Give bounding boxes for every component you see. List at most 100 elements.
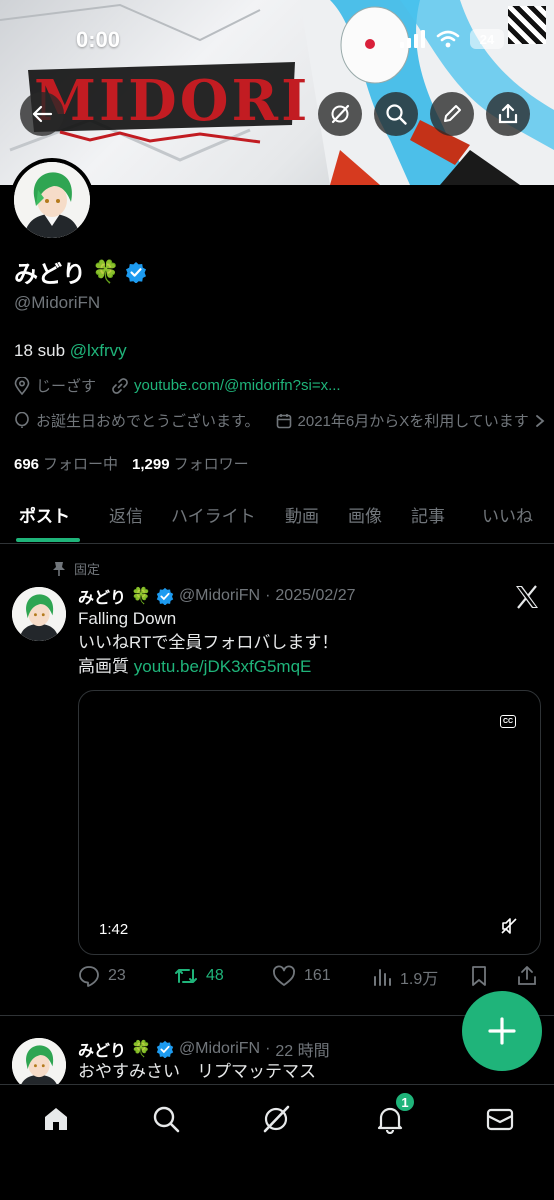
views-button[interactable]: 1.9万: [372, 965, 438, 989]
pin-icon: [53, 561, 65, 576]
nav-notifications[interactable]: 1: [370, 1091, 416, 1139]
post-avatar[interactable]: [12, 587, 66, 641]
heart-icon: [273, 965, 295, 986]
chevron-right-icon[interactable]: [535, 414, 545, 428]
profile-avatar[interactable]: [10, 158, 94, 242]
profile-website-link[interactable]: youtube.com/@midorifn?si=x...: [134, 377, 341, 394]
location-pin-icon: [14, 376, 30, 395]
grok-button[interactable]: [318, 92, 362, 136]
plus-icon: [488, 1017, 516, 1045]
post-text-line: おやすみさい リプマッテマス: [78, 1062, 316, 1081]
clover-emoji: 🍀: [131, 588, 151, 605]
verified-badge-icon[interactable]: [125, 261, 147, 283]
tab-media[interactable]: 画像: [348, 502, 382, 527]
post-header: みどり 🍀 @MidoriFN · 2025/02/27: [78, 584, 355, 608]
tab-articles[interactable]: 記事: [411, 502, 445, 527]
profile-name-row: みどり 🍀: [14, 254, 147, 289]
post-text-line: Falling Down: [78, 609, 177, 628]
balloon-icon: [15, 411, 29, 428]
pinned-indicator: 固定: [52, 559, 100, 578]
post-header: みどり 🍀 @MidoriFN · 22 時間: [78, 1037, 330, 1061]
profile-meta-row-1: じーざす youtube.com/@midorifn?si=x...: [14, 375, 341, 396]
pencil-icon: [444, 105, 461, 122]
nav-messages[interactable]: [480, 1099, 520, 1139]
post-timestamp[interactable]: 2025/02/27: [275, 587, 355, 605]
profile-name: みどり: [14, 261, 86, 288]
verified-badge-icon: [156, 1040, 174, 1058]
profile-tabs: ポスト 返信 ハイライト 動画 画像 記事 いいね: [0, 490, 554, 544]
tab-replies[interactable]: 返信: [109, 502, 143, 527]
post-author-name[interactable]: みどり: [78, 1037, 126, 1061]
post-timestamp[interactable]: 22 時間: [275, 1037, 329, 1061]
bookmark-icon: [472, 966, 486, 986]
post-video-player[interactable]: CC 1:42: [78, 690, 541, 955]
home-icon: [45, 1108, 67, 1130]
share-button[interactable]: [486, 92, 530, 136]
post-actions: 23 48 161 1.9万: [78, 965, 548, 991]
cellular-signal-icon: [400, 30, 425, 48]
profile-bio: 18 sub @lxfrvy: [14, 341, 127, 361]
followers-label: フォロワー: [173, 456, 249, 473]
post-link[interactable]: youtu.be/jDK3xfG5mqE: [134, 657, 312, 676]
tab-likes[interactable]: いいね: [482, 502, 533, 527]
share-icon: [498, 103, 518, 124]
status-time: 0:00: [76, 27, 121, 52]
calendar-icon: [276, 413, 291, 428]
like-button[interactable]: 161: [272, 965, 331, 987]
search-icon: [153, 1106, 180, 1133]
arrow-left-icon: [32, 105, 53, 123]
reply-button[interactable]: 23: [78, 965, 126, 987]
post-text-line: いいねRTで全員フォロバします！: [78, 633, 339, 652]
bio-mention-link[interactable]: @lxfrvy: [70, 341, 127, 360]
reply-count: 23: [108, 967, 126, 984]
screen-record-indicator: [508, 6, 546, 44]
search-icon: [386, 104, 407, 125]
nav-explore[interactable]: [146, 1099, 186, 1139]
back-button[interactable]: [20, 92, 64, 136]
bookmark-button[interactable]: [470, 965, 488, 987]
mail-icon: [486, 1108, 514, 1131]
video-duration: 1:42: [99, 921, 129, 938]
search-button[interactable]: [374, 92, 418, 136]
avatar-image: [14, 162, 90, 238]
compose-post-button[interactable]: [462, 991, 542, 1071]
followers-count: 1,299: [132, 456, 170, 473]
grok-icon: [331, 104, 350, 124]
closed-captions-button[interactable]: CC: [500, 715, 516, 728]
tab-highlights[interactable]: ハイライト: [171, 502, 256, 527]
following-count: 696: [14, 456, 40, 473]
following-label: フォロー中: [43, 456, 119, 473]
nav-home[interactable]: [36, 1099, 76, 1139]
x-logo-icon[interactable]: [514, 585, 540, 609]
followers-link[interactable]: 1,299 フォロワー: [132, 453, 249, 474]
post-author-name[interactable]: みどり: [78, 584, 126, 608]
post-text-line: 高画質 youtu.be/jDK3xfG5mqE: [78, 655, 338, 679]
profile-location: じーざす: [36, 378, 97, 395]
post-separator: ·: [265, 587, 271, 604]
clover-emoji: 🍀: [92, 258, 120, 284]
clover-emoji: 🍀: [131, 1041, 151, 1058]
post-text-prefix: 高画質: [78, 657, 134, 676]
verified-badge-icon: [156, 587, 174, 605]
wifi-icon: [436, 30, 460, 48]
reply-icon: [79, 966, 99, 987]
post-share-button[interactable]: [516, 965, 538, 987]
share-icon: [518, 966, 536, 985]
profile-birthday: お誕生日おめでとうございます。: [36, 413, 260, 430]
tab-posts[interactable]: ポスト: [19, 502, 70, 527]
tab-videos[interactable]: 動画: [285, 502, 319, 527]
post-body: Falling Down いいねRTで全員フォロバします！ 高画質 youtu.…: [78, 607, 338, 679]
muted-speaker-icon[interactable]: [500, 917, 518, 935]
nav-grok[interactable]: [256, 1099, 296, 1139]
post-author-handle: @MidoriFN: [178, 587, 261, 604]
following-link[interactable]: 696 フォロー中: [14, 453, 118, 474]
repost-icon: [175, 969, 197, 983]
grok-icon: [263, 1105, 290, 1133]
edit-profile-button[interactable]: [430, 92, 474, 136]
follow-stats: 696 フォロー中 1,299 フォロワー: [14, 453, 249, 474]
profile-banner[interactable]: MIDORI 0:00 24: [0, 0, 554, 185]
notifications-badge: 1: [394, 1091, 416, 1113]
status-icons: 24: [400, 29, 504, 49]
post-author-handle: @MidoriFN: [178, 1040, 261, 1057]
repost-button[interactable]: 48: [174, 965, 224, 987]
